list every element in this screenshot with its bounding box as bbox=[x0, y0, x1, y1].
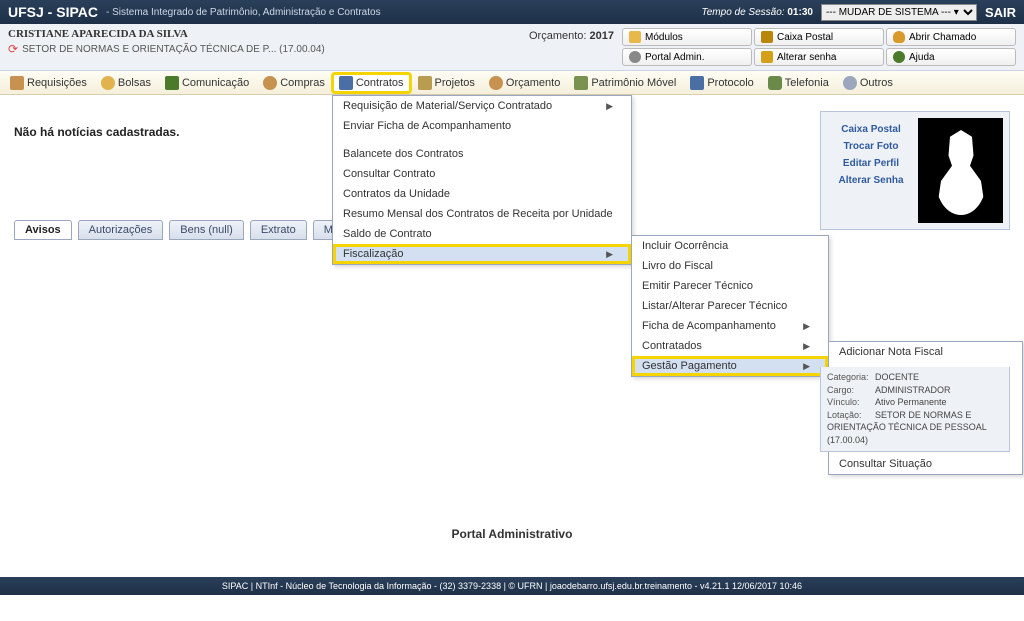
link-caixa-postal[interactable]: Caixa Postal bbox=[827, 124, 915, 135]
chevron-right-icon: ▶ bbox=[803, 321, 810, 332]
footer: SIPAC | NTInf - Núcleo de Tecnologia da … bbox=[0, 577, 1024, 595]
menuitem-gestao-pagamento[interactable]: Gestão Pagamento▶ bbox=[632, 356, 828, 376]
modules-button[interactable]: Módulos bbox=[622, 28, 752, 46]
open-ticket-button[interactable]: Abrir Chamado bbox=[886, 28, 1016, 46]
help-button[interactable]: Ajuda bbox=[886, 48, 1016, 66]
menuitem-fiscalizacao[interactable]: Fiscalização▶ bbox=[333, 244, 631, 264]
bell-icon bbox=[893, 31, 905, 43]
phone-icon bbox=[768, 76, 782, 90]
tab-extrato[interactable]: Extrato bbox=[250, 220, 307, 240]
chevron-right-icon: ▶ bbox=[606, 249, 613, 260]
mail-icon bbox=[761, 31, 773, 43]
menu-protocolo[interactable]: Protocolo bbox=[684, 74, 759, 92]
mailbox-button[interactable]: Caixa Postal bbox=[754, 28, 884, 46]
user-info: Categoria:DOCENTE Cargo:ADMINISTRADOR Ví… bbox=[820, 367, 1010, 452]
menuitem-listar-parecer[interactable]: Listar/Alterar Parecer Técnico bbox=[632, 296, 828, 316]
chevron-right-icon: ▶ bbox=[803, 361, 810, 372]
menu-comunicacao[interactable]: Comunicação bbox=[159, 74, 255, 92]
search-icon bbox=[843, 76, 857, 90]
menuitem-consultar-situacao[interactable]: Consultar Situação bbox=[829, 454, 1022, 474]
menuitem-enviar-ficha[interactable]: Enviar Ficha de Acompanhamento bbox=[333, 116, 631, 136]
tabs-row: Avisos Autorizações Bens (null) Extrato … bbox=[14, 220, 353, 240]
chevron-right-icon: ▶ bbox=[803, 341, 810, 352]
flag-icon bbox=[418, 76, 432, 90]
menuitem-requisicao-material[interactable]: Requisição de Material/Serviço Contratad… bbox=[333, 96, 631, 116]
content-area: Não há notícias cadastradas. Avisos Auto… bbox=[0, 95, 1024, 595]
link-alterar-senha[interactable]: Alterar Senha bbox=[827, 175, 915, 186]
refresh-icon[interactable]: ⟳ bbox=[8, 42, 18, 56]
gear-icon bbox=[629, 51, 641, 63]
menuitem-adicionar-nota[interactable]: Adicionar Nota Fiscal bbox=[829, 342, 1022, 362]
tab-bens[interactable]: Bens (null) bbox=[169, 220, 244, 240]
menuitem-resumo-mensal[interactable]: Resumo Mensal dos Contratos de Receita p… bbox=[333, 204, 631, 224]
menu-contratos[interactable]: Contratos bbox=[333, 74, 410, 92]
menu-requisicoes[interactable]: Requisições bbox=[4, 74, 93, 92]
menuitem-livro-fiscal[interactable]: Livro do Fiscal bbox=[632, 256, 828, 276]
fiscalizacao-dropdown: Incluir Ocorrência Livro do Fiscal Emiti… bbox=[631, 235, 829, 377]
chevron-right-icon: ▶ bbox=[606, 101, 613, 112]
brand-subtitle: - Sistema Integrado de Patrimônio, Admin… bbox=[106, 7, 702, 18]
user-sector: ⟳ SETOR DE NORMAS E ORIENTAÇÃO TÉCNICA D… bbox=[8, 42, 529, 56]
user-panel: Caixa Postal Trocar Foto Editar Perfil A… bbox=[820, 111, 1010, 230]
budget-year: Orçamento: 2017 bbox=[529, 28, 614, 66]
link-trocar-foto[interactable]: Trocar Foto bbox=[827, 141, 915, 152]
menuitem-saldo-contrato[interactable]: Saldo de Contrato bbox=[333, 224, 631, 244]
tab-autorizacoes[interactable]: Autorizações bbox=[78, 220, 164, 240]
cart-icon bbox=[263, 76, 277, 90]
system-select[interactable]: --- MUDAR DE SISTEMA --- ▾ bbox=[821, 4, 977, 21]
top-buttons: Módulos Caixa Postal Abrir Chamado Porta… bbox=[622, 28, 1016, 66]
menu-compras[interactable]: Compras bbox=[257, 74, 331, 92]
money-icon bbox=[489, 76, 503, 90]
help-icon bbox=[893, 51, 905, 63]
menuitem-ficha-acompanhamento[interactable]: Ficha de Acompanhamento▶ bbox=[632, 316, 828, 336]
book-icon bbox=[165, 76, 179, 90]
portal-admin-button[interactable]: Portal Admin. bbox=[622, 48, 752, 66]
menuitem-contratados[interactable]: Contratados▶ bbox=[632, 336, 828, 356]
menuitem-balancete[interactable]: Balancete dos Contratos bbox=[333, 144, 631, 164]
top-bar: UFSJ - SIPAC - Sistema Integrado de Patr… bbox=[0, 0, 1024, 24]
menu-bolsas[interactable]: Bolsas bbox=[95, 74, 157, 92]
link-editar-perfil[interactable]: Editar Perfil bbox=[827, 158, 915, 169]
menu-outros[interactable]: Outros bbox=[837, 74, 899, 92]
session-time: Tempo de Sessão: 01:30 bbox=[702, 7, 813, 18]
brand: UFSJ - SIPAC bbox=[8, 4, 98, 20]
file-icon bbox=[690, 76, 704, 90]
menu-patrimonio[interactable]: Patrimônio Móvel bbox=[568, 74, 682, 92]
info-bar: CRISTIANE APARECIDA DA SILVA ⟳ SETOR DE … bbox=[0, 24, 1024, 71]
menu-projetos[interactable]: Projetos bbox=[412, 74, 481, 92]
menuitem-contratos-unidade[interactable]: Contratos da Unidade bbox=[333, 184, 631, 204]
logout-link[interactable]: SAIR bbox=[985, 5, 1016, 20]
main-menu: Requisições Bolsas Comunicação Compras C… bbox=[0, 71, 1024, 95]
avatar bbox=[918, 118, 1003, 223]
menu-orcamento[interactable]: Orçamento bbox=[483, 74, 566, 92]
menu-telefonia[interactable]: Telefonia bbox=[762, 74, 835, 92]
menuitem-emitir-parecer[interactable]: Emitir Parecer Técnico bbox=[632, 276, 828, 296]
tab-avisos[interactable]: Avisos bbox=[14, 220, 72, 240]
cube-icon bbox=[629, 31, 641, 43]
menuitem-incluir-ocorrencia[interactable]: Incluir Ocorrência bbox=[632, 236, 828, 256]
building-icon bbox=[574, 76, 588, 90]
clipboard-icon bbox=[10, 76, 24, 90]
user-name: CRISTIANE APARECIDA DA SILVA bbox=[8, 28, 529, 40]
change-password-button[interactable]: Alterar senha bbox=[754, 48, 884, 66]
menuitem-consultar-contrato[interactable]: Consultar Contrato bbox=[333, 164, 631, 184]
portal-title: Portal Administrativo bbox=[0, 527, 1024, 541]
contratos-dropdown: Requisição de Material/Serviço Contratad… bbox=[332, 95, 632, 265]
key-icon bbox=[761, 51, 773, 63]
document-icon bbox=[339, 76, 353, 90]
coin-icon bbox=[101, 76, 115, 90]
